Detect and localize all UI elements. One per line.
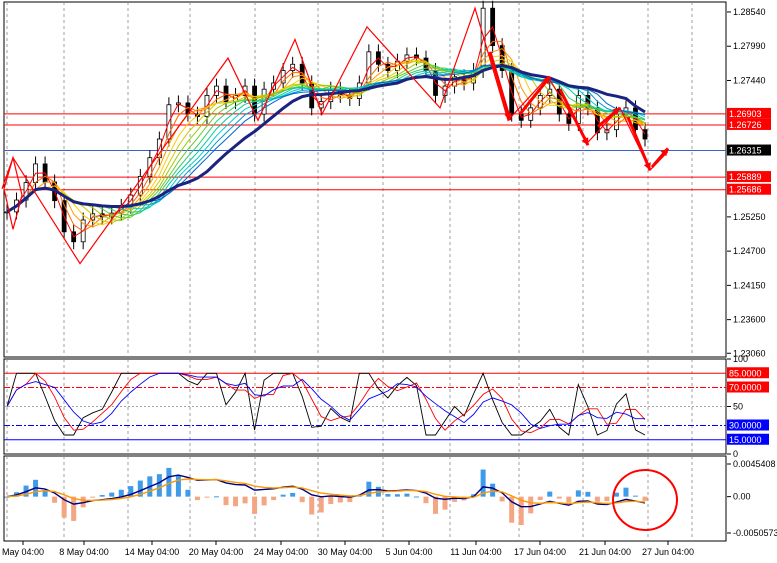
price-panel-frame <box>3 1 727 358</box>
macd-histogram-bar <box>99 495 105 497</box>
macd-histogram-bar <box>642 496 648 501</box>
macd-histogram-bar <box>52 496 58 503</box>
macd-histogram-bar <box>252 496 258 514</box>
macd-histogram-bar <box>109 492 115 497</box>
macd-histogram-bar <box>413 496 419 498</box>
rsi-tick-label: 50 <box>733 402 743 412</box>
trading-chart: 1.28540 1.27990 1.27440 1.26315 1.25250 1.247… <box>1 0 777 557</box>
macd-histogram-bar <box>71 496 77 521</box>
price-level-label: 1.26903 <box>729 109 762 119</box>
x-tick-label: 14 May 04:00 <box>125 547 180 557</box>
macd-histogram-bar <box>490 483 496 497</box>
moving-average-ribbon-line <box>6 48 646 228</box>
price-tick-label: 1.24150 <box>733 280 766 290</box>
macd-histogram-bar <box>337 496 343 503</box>
price-level-label: 1.25686 <box>729 185 762 195</box>
zigzag-line <box>1 6 669 265</box>
x-tick-label: May 04:00 <box>2 547 44 557</box>
macd-tick-label: 0.00 <box>733 492 751 502</box>
macd-histogram-bar <box>156 474 162 497</box>
macd-histogram-bar <box>299 496 305 503</box>
macd-histogram-bar <box>385 493 391 497</box>
x-tick-label: 24 May 04:00 <box>254 547 309 557</box>
macd-histogram-bar <box>309 496 315 515</box>
macd-histogram-bar <box>575 490 581 497</box>
price-tick-label: 1.23600 <box>733 315 766 325</box>
macd-histogram-bar <box>185 489 191 497</box>
macd-histogram-bar <box>328 496 334 505</box>
rsi-tick-label: 100 <box>733 354 748 364</box>
x-tick-label: 11 Jun 04:00 <box>450 547 501 557</box>
macd-histogram-bar <box>233 496 239 507</box>
price-tick-label: 1.25250 <box>733 212 766 222</box>
macd-histogram-bar <box>271 496 277 501</box>
macd-histogram-bar <box>404 493 410 497</box>
rsi-level-label: 85.0000 <box>729 368 762 378</box>
x-tick-label: 20 May 04:00 <box>189 547 244 557</box>
macd-histogram-bar <box>604 496 610 502</box>
macd-histogram-bar <box>394 494 400 497</box>
price-level-label: 1.25889 <box>729 172 762 182</box>
x-tick-label: 21 Jun 04:00 <box>579 547 631 557</box>
x-tick-label: 17 Jun 04:00 <box>514 547 566 557</box>
x-tick-label: 30 May 04:00 <box>318 547 373 557</box>
macd-histogram-bar <box>261 496 267 506</box>
macd-histogram-bar <box>537 496 543 500</box>
macd-histogram-bar <box>623 487 629 497</box>
rsi-tick-label: 0 <box>733 449 738 459</box>
macd-histogram-bar <box>566 496 572 503</box>
macd-histogram-bar <box>318 496 324 513</box>
price-tick-label: 1.27990 <box>733 41 766 51</box>
macd-histogram-bar <box>528 496 534 514</box>
price-level-label: 1.26315 <box>729 146 762 156</box>
macd-histogram-bar <box>433 496 439 514</box>
rsi-level-label: 30.0000 <box>729 421 762 431</box>
x-tick-label: 8 May 04:00 <box>59 547 109 557</box>
macd-histogram-bar <box>213 496 219 498</box>
macd-histogram-bar <box>556 496 562 499</box>
macd-histogram-bar <box>632 495 638 497</box>
price-tick-label: 1.27440 <box>733 75 766 85</box>
macd-histogram-bar <box>280 494 286 497</box>
macd-histogram-bar <box>223 496 229 506</box>
moving-average-ribbon-line <box>6 40 646 232</box>
price-tick-label: 1.24700 <box>733 246 766 256</box>
macd-histogram-bar <box>585 491 591 497</box>
macd-histogram-bar <box>194 496 200 501</box>
macd-histogram-bar <box>118 489 124 497</box>
macd-histogram-bar <box>547 491 553 497</box>
macd-histogram-bar <box>290 492 296 497</box>
macd-histogram-bar <box>594 496 600 502</box>
price-level-label: 1.26726 <box>729 120 762 130</box>
price-tick-label: 1.28540 <box>733 7 766 17</box>
macd-histogram-bar <box>499 496 505 502</box>
x-tick-label: 5 Jun 04:00 <box>385 547 432 557</box>
x-tick-label: 27 Jun 04:00 <box>642 547 694 557</box>
trend-arrow <box>558 88 590 146</box>
macd-tick-label: 0.0045408 <box>733 459 776 469</box>
rsi-level-label: 15.0000 <box>729 435 762 445</box>
macd-tick-label: -0.0050573 <box>733 528 777 538</box>
macd-histogram-bar <box>204 496 210 498</box>
macd-histogram-bar <box>175 474 181 497</box>
macd-histogram-bar <box>242 496 248 504</box>
macd-histogram-bar <box>90 496 96 498</box>
rsi-level-label: 70.0000 <box>729 383 762 393</box>
macd-histogram-bar <box>423 496 429 504</box>
macd-signal-line <box>6 478 646 505</box>
